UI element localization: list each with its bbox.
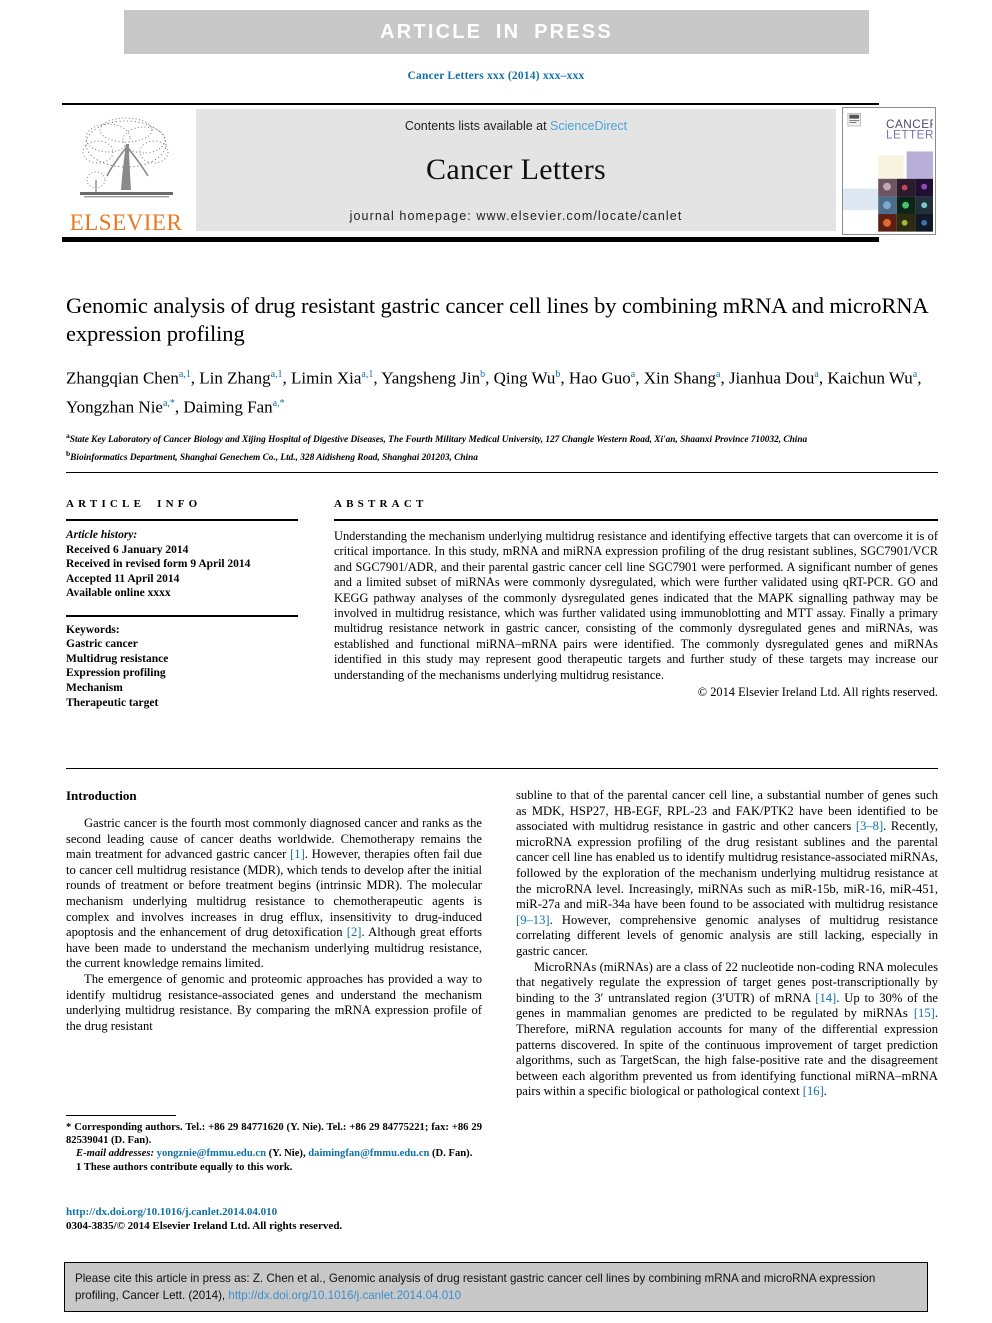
cite-doi-link[interactable]: http://dx.doi.org/10.1016/j.canlet.2014.…: [228, 1289, 461, 1302]
affiliation-a: aState Key Laboratory of Cancer Biology …: [66, 431, 808, 446]
history-item-3: Available online xxxx: [66, 587, 171, 600]
article-info-section: ARTICLE INFO Article history: Received 6…: [66, 498, 298, 710]
reference-link[interactable]: [15]: [914, 1006, 935, 1020]
cover-artwork-icon: CANCER LETTERS: [843, 108, 935, 232]
affiliation-b: bBioinformatics Department, Shanghai Gen…: [66, 449, 478, 464]
equal-contribution-note: 1 These authors contribute equally to th…: [76, 1161, 293, 1173]
keywords-list: Keywords: Gastric cancer Multidrug resis…: [66, 623, 298, 711]
masthead-top-rule: [62, 103, 879, 105]
doi-block: http://dx.doi.org/10.1016/j.canlet.2014.…: [66, 1205, 486, 1233]
intro-paragraph-2: The emergence of genomic and proteomic a…: [66, 971, 482, 1033]
affiliation-b-text: Bioinformatics Department, Shanghai Gene…: [70, 453, 478, 464]
reference-link[interactable]: [3–8]: [856, 819, 883, 833]
affiliation-a-text: State Key Laboratory of Cancer Biology a…: [69, 435, 808, 446]
abstract-heading: ABSTRACT: [334, 498, 428, 510]
footnote-rule: [66, 1115, 176, 1116]
keyword-4: Therapeutic target: [66, 696, 159, 709]
title-block: Genomic analysis of drug resistant gastr…: [66, 292, 938, 466]
reference-link[interactable]: [1]: [290, 847, 305, 861]
abstract-copyright: © 2014 Elsevier Ireland Ltd. All rights …: [697, 685, 938, 700]
corresponding-author-note: * Corresponding authors. Tel.: +86 29 84…: [66, 1122, 482, 1147]
keywords-rule: [66, 614, 298, 617]
cite-text-body: Please cite this article in press as: Z.…: [75, 1272, 876, 1302]
journal-masthead: ELSEVIER Contents lists available at Sci…: [62, 107, 942, 235]
abstract-rule: [334, 519, 938, 521]
abstract-section: ABSTRACT Understanding the mechanism und…: [334, 498, 938, 700]
email-link-1[interactable]: yongznie@fmmu.edu.cn: [157, 1148, 266, 1159]
article-in-press-label: ARTICLE IN PRESS: [380, 20, 613, 43]
keyword-2: Expression profiling: [66, 667, 166, 680]
svg-text:LETTERS: LETTERS: [886, 129, 933, 142]
history-item-0: Received 6 January 2014: [66, 543, 189, 556]
cite-text: Please cite this article in press as: Z.…: [75, 1270, 917, 1304]
intro-paragraph-4: MicroRNAs (miRNAs) are a class of 22 nuc…: [516, 959, 938, 1099]
reference-link[interactable]: [2]: [347, 925, 362, 939]
introduction-left-column: Introduction Gastric cancer is the fourt…: [66, 788, 482, 1034]
abstract-bottom-rule: [66, 768, 938, 769]
reference-link[interactable]: [14]: [815, 991, 836, 1005]
affiliations: aState Key Laboratory of Cancer Biology …: [66, 429, 938, 465]
reference-link[interactable]: [16]: [803, 1084, 824, 1098]
email-owner-1: (Y. Nie),: [268, 1148, 306, 1160]
contents-available-line: Contents lists available at ScienceDirec…: [405, 119, 627, 133]
title-bottom-rule: [66, 472, 938, 473]
journal-homepage-line[interactable]: journal homepage: www.elsevier.com/locat…: [350, 209, 683, 223]
elsevier-tree-icon: [79, 117, 173, 198]
intro-paragraph-1: Gastric cancer is the fourth most common…: [66, 816, 482, 971]
issn-copyright-line: 0304-3835/© 2014 Elsevier Ireland Ltd. A…: [66, 1220, 343, 1232]
reference-link[interactable]: [9–13]: [516, 913, 550, 927]
article-in-press-banner: ARTICLE IN PRESS: [124, 10, 869, 54]
email-label: E-mail addresses:: [76, 1148, 154, 1160]
contents-prefix: Contents lists available at: [404, 119, 551, 133]
footnotes-block: * Corresponding authors. Tel.: +86 29 84…: [66, 1115, 482, 1174]
sciencedirect-link[interactable]: ScienceDirect: [550, 119, 627, 133]
introduction-heading: Introduction: [66, 788, 137, 803]
cite-this-article-box: Please cite this article in press as: Z.…: [64, 1262, 928, 1312]
masthead-center-panel: Contents lists available at ScienceDirec…: [196, 109, 836, 231]
paper-title: Genomic analysis of drug resistant gastr…: [66, 293, 928, 346]
journal-cover-thumbnail: CANCER LETTERS: [842, 107, 936, 235]
keyword-0: Gastric cancer: [66, 638, 138, 651]
article-history-label: Article history:: [66, 529, 138, 541]
email-owner-2: (D. Fan).: [432, 1148, 473, 1160]
email-link-2[interactable]: daimingfan@fmmu.edu.cn: [308, 1148, 429, 1159]
masthead-bottom-rule: [62, 237, 879, 242]
elsevier-wordmark: ELSEVIER: [69, 210, 183, 235]
doi-url[interactable]: http://dx.doi.org/10.1016/j.canlet.2014.…: [66, 1205, 486, 1219]
keyword-1: Multidrug resistance: [66, 652, 169, 665]
running-head: Cancer Letters xxx (2014) xxx–xxx: [407, 70, 585, 82]
keywords-label: Keywords:: [66, 623, 120, 636]
email-addresses-note: E-mail addresses: yongznie@fmmu.edu.cn (…: [66, 1147, 482, 1160]
abstract-text: Understanding the mechanism underlying m…: [334, 529, 938, 682]
author-list: Zhangqian Chena,1, Lin Zhanga,1, Limin X…: [66, 368, 922, 417]
article-history: Article history: Received 6 January 2014…: [66, 528, 298, 601]
article-info-rule: [66, 519, 298, 521]
history-item-1: Received in revised form 9 April 2014: [66, 558, 251, 571]
journal-title: Cancer Letters: [426, 153, 606, 186]
article-info-heading: ARTICLE INFO: [66, 498, 202, 510]
introduction-right-column: subline to that of the parental cancer c…: [516, 788, 938, 1100]
intro-paragraph-3: subline to that of the parental cancer c…: [516, 788, 938, 958]
history-item-2: Accepted 11 April 2014: [66, 572, 180, 585]
keyword-3: Mechanism: [66, 681, 123, 694]
elsevier-logo: ELSEVIER: [62, 109, 190, 234]
